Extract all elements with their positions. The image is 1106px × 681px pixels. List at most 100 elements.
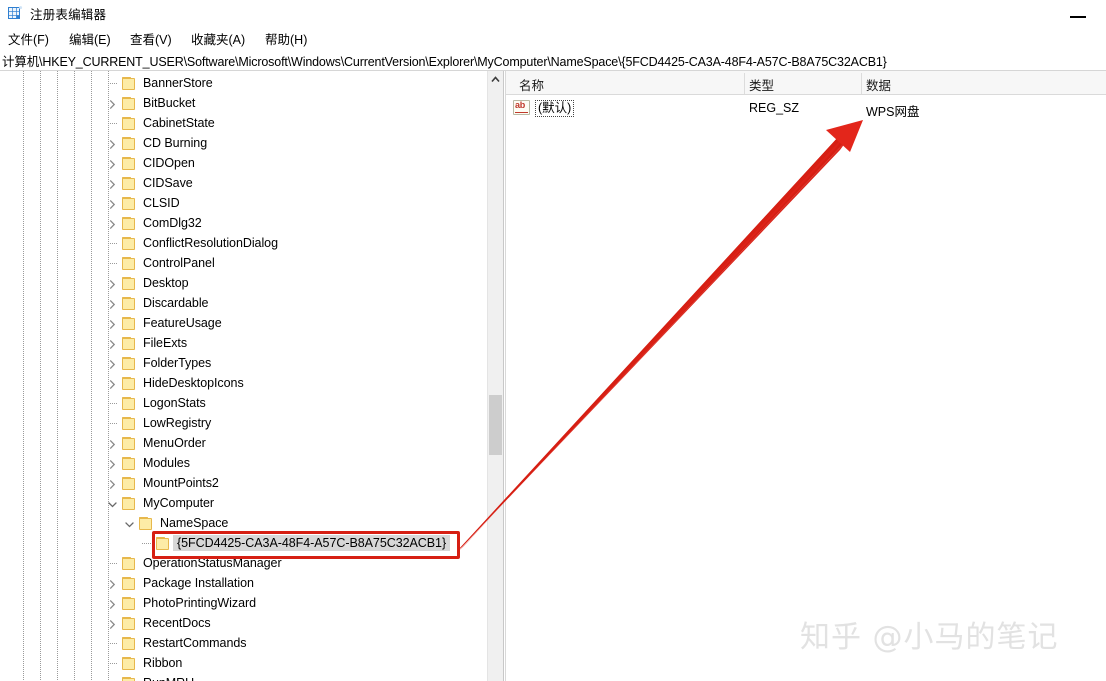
chevron-right-icon[interactable] [106,434,118,454]
menu-help[interactable]: 帮助(H) [263,28,309,49]
tree-item[interactable]: ControlPanel [0,254,488,274]
scrollbar-thumb[interactable] [489,395,502,455]
chevron-right-icon[interactable] [106,274,118,294]
tree-item[interactable]: MenuOrder [0,434,488,454]
tree-item[interactable]: MountPoints2 [0,474,488,494]
tree-item-label: ControlPanel [143,256,215,270]
tree-item[interactable]: BannerStore [0,74,488,94]
tree-item[interactable]: ComDlg32 [0,214,488,234]
value-row[interactable]: ab (默认) REG_SZ WPS网盘 [506,97,1106,119]
chevron-right-icon[interactable] [106,94,118,114]
tree-item-label: LowRegistry [143,416,211,430]
tree-item[interactable]: Ribbon [0,654,488,674]
registry-values-pane[interactable]: 名称 类型 数据 ab (默认) REG_SZ WPS网盘 [506,71,1106,681]
tree-item[interactable]: FeatureUsage [0,314,488,334]
chevron-right-icon[interactable] [106,154,118,174]
tree-item-label: MenuOrder [143,436,206,450]
folder-icon [122,397,137,411]
chevron-right-icon[interactable] [106,574,118,594]
tree-item[interactable]: RecentDocs [0,614,488,634]
column-header-name[interactable]: 名称 [519,75,544,94]
folder-icon [122,357,137,371]
menu-file[interactable]: 文件(F) [6,28,51,49]
tree-item[interactable]: Desktop [0,274,488,294]
folder-icon [122,117,137,131]
scroll-up-arrow-icon[interactable] [488,71,503,88]
column-separator-1[interactable] [744,73,745,94]
value-name[interactable]: (默认) [535,100,574,117]
folder-icon [122,217,137,231]
tree-item[interactable]: Modules [0,454,488,474]
chevron-right-icon[interactable] [106,614,118,634]
menu-favorites[interactable]: 收藏夹(A) [189,28,247,49]
column-separator-2[interactable] [861,73,862,94]
tree-item-label: CLSID [143,196,180,210]
menu-help-label: 帮助(H) [265,33,307,47]
tree-connector [108,114,118,134]
folder-icon [122,77,137,91]
chevron-right-icon[interactable] [106,294,118,314]
tree-item[interactable]: BitBucket [0,94,488,114]
folder-icon [122,637,137,651]
chevron-right-icon[interactable] [106,594,118,614]
tree-item[interactable]: FileExts [0,334,488,354]
chevron-right-icon[interactable] [106,474,118,494]
chevron-right-icon[interactable] [106,214,118,234]
folder-icon [122,577,137,591]
chevron-right-icon[interactable] [106,314,118,334]
tree-item-label: ComDlg32 [143,216,202,230]
menu-edit[interactable]: 编辑(E) [67,28,113,49]
tree-item[interactable]: FolderTypes [0,354,488,374]
address-bar[interactable]: 计算机\HKEY_CURRENT_USER\Software\Microsoft… [0,50,1106,71]
chevron-right-icon[interactable] [106,354,118,374]
tree-item[interactable]: CIDSave [0,174,488,194]
pane-splitter[interactable] [503,71,504,681]
folder-icon [122,437,137,451]
folder-icon [122,257,137,271]
tree-item[interactable]: RunMRU [0,674,488,681]
tree-item[interactable]: LowRegistry [0,414,488,434]
tree-item[interactable]: CIDOpen [0,154,488,174]
tree-connector [108,674,118,681]
tree-item[interactable]: Discardable [0,294,488,314]
folder-icon [122,137,137,151]
column-header-type[interactable]: 类型 [749,75,774,94]
tree-item[interactable]: CabinetState [0,114,488,134]
tree-item[interactable]: CD Burning [0,134,488,154]
menu-bar: 文件(F) 编辑(E) 查看(V) 收藏夹(A) 帮助(H) [0,26,1106,48]
menu-view[interactable]: 查看(V) [128,28,174,49]
tree-vertical-scrollbar[interactable] [487,71,503,681]
folder-icon [122,177,137,191]
folder-icon [122,557,137,571]
tree-item[interactable]: MyComputer [0,494,488,514]
folder-icon [122,477,137,491]
tree-item-label: CabinetState [143,116,215,130]
chevron-right-icon[interactable] [106,194,118,214]
tree-item-label: Package Installation [143,576,254,590]
tree-item[interactable]: LogonStats [0,394,488,414]
tree-item[interactable]: CLSID [0,194,488,214]
tree-item[interactable]: ConflictResolutionDialog [0,234,488,254]
tree-item[interactable]: HideDesktopIcons [0,374,488,394]
tree-item-label: PhotoPrintingWizard [143,596,256,610]
folder-icon [122,497,137,511]
title-bar: 注册表编辑器 [0,0,1106,26]
folder-icon [122,657,137,671]
chevron-right-icon[interactable] [106,174,118,194]
registry-tree-pane[interactable]: BannerStoreBitBucket CabinetState CD Burni… [0,71,488,681]
chevron-down-icon[interactable] [106,494,118,514]
chevron-down-icon[interactable] [123,514,135,534]
tree-connector [108,234,118,254]
folder-icon [122,677,137,681]
chevron-right-icon[interactable] [106,374,118,394]
chevron-right-icon[interactable] [106,334,118,354]
tree-item[interactable]: Package Installation [0,574,488,594]
chevron-right-icon[interactable] [106,454,118,474]
folder-icon [122,157,137,171]
chevron-right-icon[interactable] [106,134,118,154]
minimize-button[interactable] [1056,0,1100,26]
tree-item-label: MyComputer [143,496,214,510]
column-header-data[interactable]: 数据 [866,75,891,94]
tree-item[interactable]: PhotoPrintingWizard [0,594,488,614]
tree-item[interactable]: RestartCommands [0,634,488,654]
